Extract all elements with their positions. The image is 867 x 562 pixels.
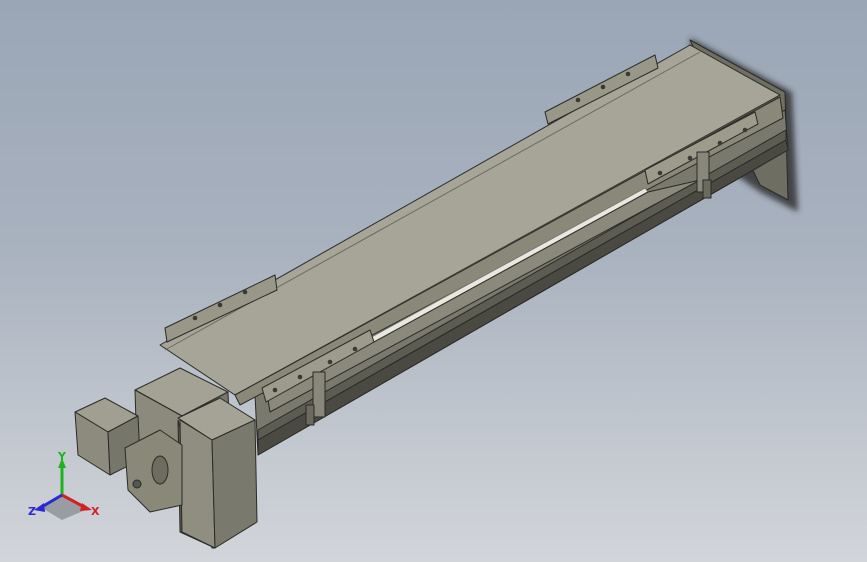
- bracket-2: [305, 404, 315, 426]
- linear-module-model[interactable]: [74, 39, 789, 549]
- triad-y-label: Y: [57, 450, 67, 463]
- triad-z-label: Z: [28, 505, 36, 518]
- coupling-hole: [132, 479, 142, 489]
- end-plate-face: [179, 419, 216, 549]
- coupling-ring: [151, 455, 169, 485]
- triad-x-label: X: [91, 505, 100, 518]
- top-surface: [159, 44, 781, 396]
- bracket-1: [312, 371, 326, 418]
- end-plate-side: [211, 419, 258, 549]
- cad-viewport[interactable]: Y X Z: [0, 0, 867, 562]
- bracket-4: [702, 179, 712, 199]
